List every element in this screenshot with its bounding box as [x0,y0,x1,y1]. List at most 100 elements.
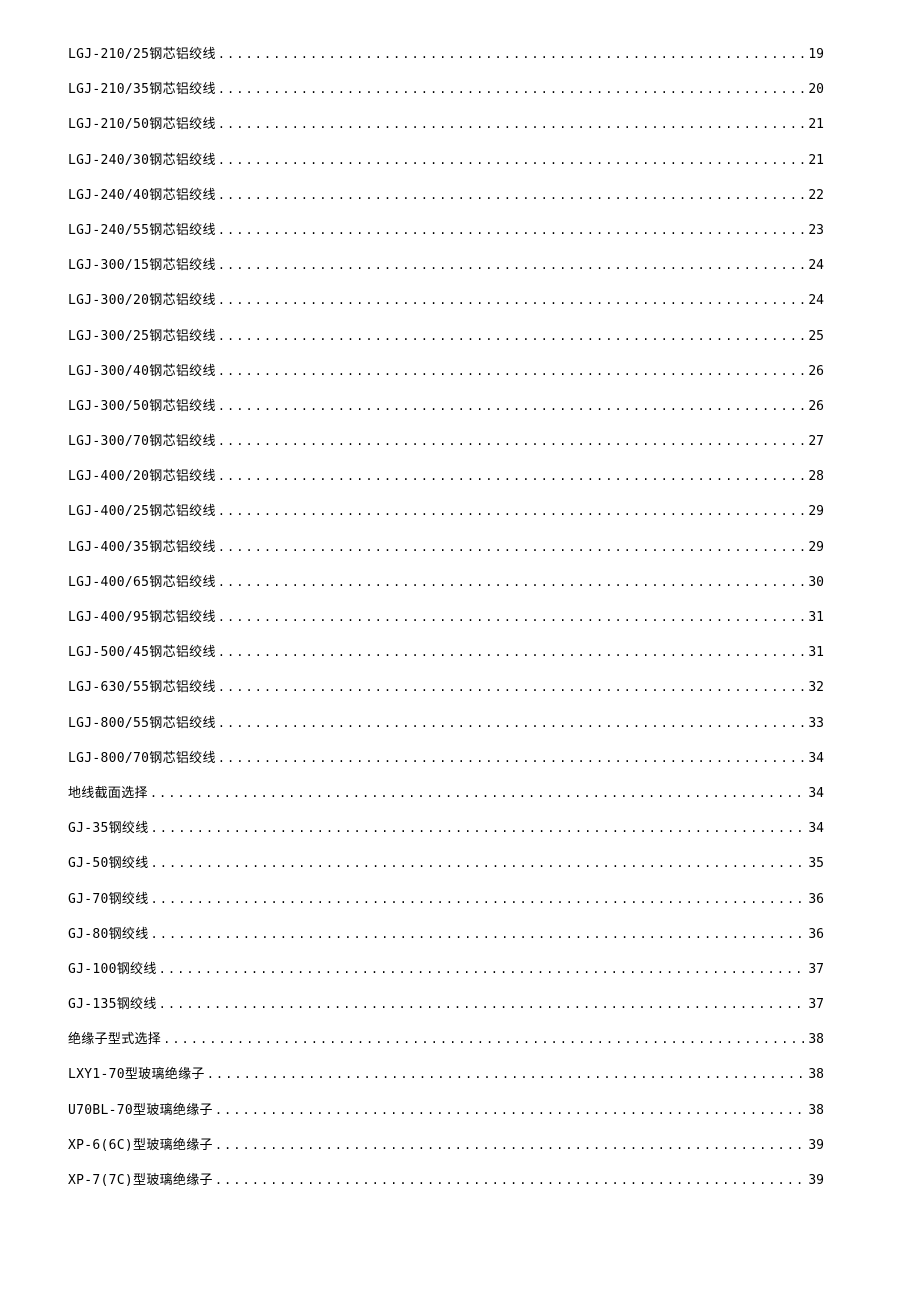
toc-leader-dots [216,717,804,729]
toc-entry-page: 24 [804,259,824,272]
toc-entry: LGJ-800/70钢芯铝绞线 34 [68,752,824,765]
toc-entry-title: LGJ-300/70钢芯铝绞线 [68,435,216,448]
toc-leader-dots [216,470,804,482]
toc-leader-dots [213,1139,804,1151]
toc-entry-title: LGJ-300/25钢芯铝绞线 [68,330,216,343]
toc-entry-page: 36 [804,928,824,941]
toc-entry-page: 29 [804,541,824,554]
toc-entry: GJ-80钢绞线 36 [68,928,824,941]
toc-entry-title: LGJ-800/55钢芯铝绞线 [68,717,216,730]
toc-leader-dots [216,681,804,693]
toc-entry-page: 26 [804,400,824,413]
toc-entry-title: LGJ-210/25钢芯铝绞线 [68,48,216,61]
toc-leader-dots [157,998,804,1010]
toc-leader-dots [149,857,804,869]
toc-entry: GJ-50钢绞线 35 [68,857,824,870]
toc-entry-page: 21 [804,118,824,131]
toc-entry-page: 24 [804,294,824,307]
toc-entry-title: XP-6(6C)型玻璃绝缘子 [68,1139,213,1152]
toc-entry: LGJ-240/55钢芯铝绞线23 [68,224,824,237]
toc-entry-title: LGJ-210/35钢芯铝绞线 [68,83,216,96]
toc-entry: LGJ-300/25钢芯铝绞线 25 [68,330,824,343]
toc-entry-page: 22 [804,189,824,202]
toc-leader-dots [157,963,804,975]
toc-leader-dots [148,787,804,799]
toc-entry: 地线截面选择34 [68,787,824,800]
toc-entry: LGJ-400/65钢芯铝绞线 30 [68,576,824,589]
toc-entry-page: 36 [804,893,824,906]
toc-leader-dots [216,118,804,130]
toc-entry-page: 31 [804,646,824,659]
toc-leader-dots [216,48,804,60]
toc-entry-title: LGJ-300/40钢芯铝绞线 [68,365,216,378]
toc-leader-dots [216,330,804,342]
toc-entry: GJ-35钢绞线 34 [68,822,824,835]
toc-leader-dots [213,1174,804,1186]
toc-entry: LGJ-240/40钢芯铝绞线22 [68,189,824,202]
toc-leader-dots [216,541,804,553]
toc-leader-dots [216,752,804,764]
toc-entry-page: 38 [804,1068,824,1081]
toc-entry: GJ-100钢绞线37 [68,963,824,976]
toc-entry-page: 31 [804,611,824,624]
toc-entry: LGJ-400/25钢芯铝绞线 29 [68,505,824,518]
toc-entry-title: LGJ-400/20钢芯铝绞线 [68,470,216,483]
toc-entry-title: LGJ-300/15钢芯铝绞线 [68,259,216,272]
toc-leader-dots [149,893,804,905]
toc-entry: LGJ-240/30钢芯铝绞线21 [68,154,824,167]
toc-entry: 绝缘子型式选择 38 [68,1033,824,1046]
toc-entry-title: GJ-100钢绞线 [68,963,157,976]
toc-entry-title: LGJ-300/20钢芯铝绞线 [68,294,216,307]
toc-entry-page: 28 [804,470,824,483]
toc-entry: LGJ-800/55钢芯铝绞线33 [68,717,824,730]
toc-leader-dots [216,505,804,517]
toc-entry: LGJ-400/35钢芯铝绞线29 [68,541,824,554]
toc-leader-dots [216,259,804,271]
toc-entry: LGJ-210/35钢芯铝绞线20 [68,83,824,96]
toc-leader-dots [216,576,804,588]
toc-entry-title: 地线截面选择 [68,787,148,800]
toc-entry-title: LGJ-400/95钢芯铝绞线 [68,611,216,624]
toc-entry-page: 37 [804,998,824,1011]
toc-entry-title: LGJ-800/70钢芯铝绞线 [68,752,216,765]
toc-entry-title: LXY1-70型玻璃绝缘子 [68,1068,205,1081]
toc-entry-page: 34 [804,822,824,835]
toc-entry: XP-7(7C)型玻璃绝缘子 39 [68,1174,824,1187]
toc-entry-page: 29 [804,505,824,518]
toc-entry: GJ-70钢绞线36 [68,893,824,906]
toc-leader-dots [216,224,804,236]
toc-entry-page: 34 [804,752,824,765]
toc-leader-dots [216,646,804,658]
toc-entry-title: LGJ-400/65钢芯铝绞线 [68,576,216,589]
toc-entry-page: 32 [804,681,824,694]
toc-leader-dots [149,822,804,834]
toc-leader-dots [216,189,804,201]
toc-entry: LGJ-210/25钢芯铝绞线 19 [68,48,824,61]
toc-entry: GJ-135钢绞线 37 [68,998,824,1011]
toc-entry-page: 30 [804,576,824,589]
toc-entry-page: 39 [804,1139,824,1152]
toc-entry-title: GJ-50钢绞线 [68,857,149,870]
toc-entry: LGJ-300/50钢芯铝绞线26 [68,400,824,413]
toc-entry-page: 26 [804,365,824,378]
toc-leader-dots [205,1068,804,1080]
toc-entry-title: LGJ-500/45钢芯铝绞线 [68,646,216,659]
toc-entry: LGJ-400/20钢芯铝绞线 28 [68,470,824,483]
toc-entry-title: GJ-80钢绞线 [68,928,149,941]
toc-entry: LGJ-300/15钢芯铝绞线 24 [68,259,824,272]
toc-entry: XP-6(6C)型玻璃绝缘子 39 [68,1139,824,1152]
toc-leader-dots [216,154,804,166]
toc-entry-page: 25 [804,330,824,343]
toc-entry-page: 35 [804,857,824,870]
toc-entry-title: GJ-35钢绞线 [68,822,149,835]
toc-entry-title: LGJ-400/25钢芯铝绞线 [68,505,216,518]
toc-entry: LGJ-500/45钢芯铝绞线 31 [68,646,824,659]
toc-entry-title: GJ-135钢绞线 [68,998,157,1011]
toc-entry-page: 38 [804,1033,824,1046]
toc-entry-title: LGJ-210/50钢芯铝绞线 [68,118,216,131]
toc-entry-title: 绝缘子型式选择 [68,1033,161,1046]
toc-entry-page: 27 [804,435,824,448]
toc-leader-dots [161,1033,804,1045]
toc-entry-page: 19 [804,48,824,61]
toc-entry-title: U70BL-70型玻璃绝缘子 [68,1104,213,1117]
